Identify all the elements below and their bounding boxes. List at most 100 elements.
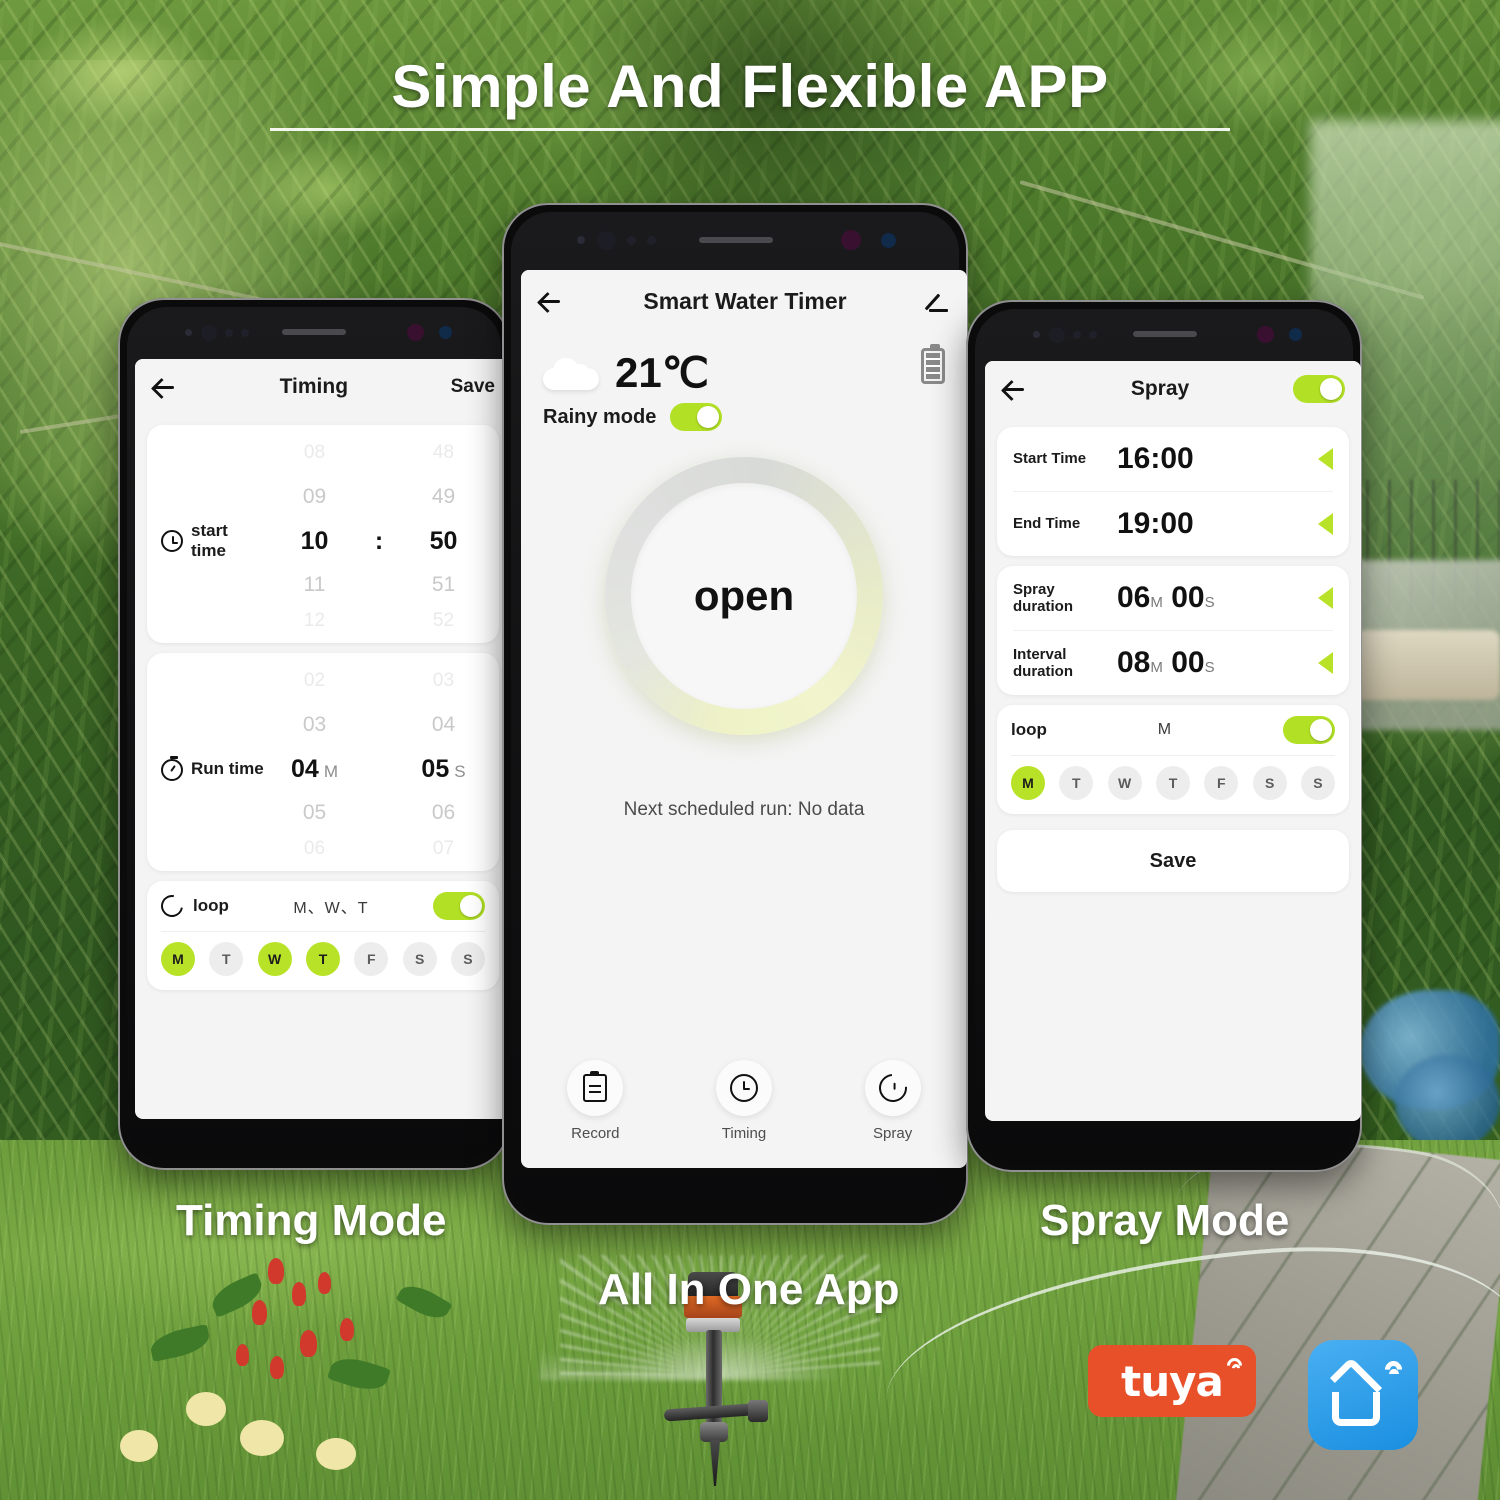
- phone-mockup-spray: Spray Start Time 16:00 End Time 19:00 Sp…: [966, 300, 1362, 1172]
- tuya-logo: tuya: [1088, 1345, 1256, 1417]
- end-time-value: 19:00: [1117, 507, 1194, 540]
- proximity-sensor: [1073, 331, 1081, 339]
- back-arrow-icon[interactable]: [151, 374, 177, 400]
- day-chip-thu[interactable]: T: [1155, 766, 1190, 800]
- earpiece-speaker: [1133, 331, 1197, 337]
- picker-row-next: 11 51: [147, 563, 499, 607]
- spray-enable-toggle[interactable]: [1293, 375, 1345, 403]
- interval-duration-row[interactable]: Interval duration 08M 00S: [997, 631, 1349, 695]
- record-icon: [583, 1071, 608, 1102]
- back-arrow-icon[interactable]: [537, 288, 563, 314]
- light-sensor: [241, 329, 249, 337]
- day-chip-sun[interactable]: S: [450, 942, 485, 976]
- iris-camera: [1289, 328, 1302, 341]
- start-time-label: Start Time: [1013, 450, 1087, 468]
- arrow-left-icon[interactable]: [1318, 587, 1333, 609]
- bottom-nav: Record Timing Spray: [521, 1060, 967, 1142]
- seconds-faint-next: 07: [432, 838, 455, 859]
- picker-row-faint: 08 48: [147, 431, 499, 475]
- day-chip-sat[interactable]: S: [402, 942, 437, 976]
- spray-duration-seconds: 00: [1171, 581, 1205, 614]
- start-time-picker[interactable]: 08 48 09 49 start time 10: 50 11 51 12 …: [147, 425, 499, 643]
- nav-item-timing[interactable]: Timing: [715, 1060, 772, 1142]
- proximity-sensor: [627, 236, 636, 245]
- start-hour-value: 10: [300, 526, 329, 555]
- pencil-icon[interactable]: [927, 289, 951, 313]
- back-arrow-icon[interactable]: [1001, 376, 1027, 402]
- seconds-prev: 04: [431, 713, 456, 736]
- clock-icon: [161, 530, 183, 552]
- loop-toggle[interactable]: [1283, 716, 1335, 744]
- save-button[interactable]: Save: [997, 830, 1349, 892]
- weather-row: 21℃: [521, 332, 967, 397]
- clock-icon: [729, 1074, 758, 1102]
- picker-row-selected: start time 10 : 50: [147, 519, 499, 563]
- run-time-picker[interactable]: 02 03 03 04 Run time 04 M 05 S 05 06 06 …: [147, 653, 499, 871]
- appbar-home: Smart Water Timer: [521, 270, 967, 332]
- day-chip-sat[interactable]: S: [1252, 766, 1287, 800]
- phone-mockup-timing: Timing Save 08 48 09 49 start time 10: …: [118, 298, 511, 1170]
- day-chip-mon[interactable]: M: [1011, 766, 1045, 800]
- day-chip-fri[interactable]: F: [354, 942, 389, 976]
- phone-bezel-top: [127, 307, 501, 359]
- run-minutes-group: 04 M: [267, 755, 362, 784]
- run-minutes-unit: M: [323, 761, 338, 781]
- smart-life-logo: [1308, 1340, 1418, 1450]
- spray-duration-minutes: 06: [1117, 581, 1151, 614]
- nav-item-record[interactable]: Record: [567, 1060, 624, 1142]
- spray-duration-value: 06M 00S: [1117, 581, 1318, 615]
- picker-row-prev: 09 49: [147, 475, 499, 519]
- seconds-faint-prev: 03: [432, 670, 455, 691]
- screen-title: Smart Water Timer: [643, 287, 847, 314]
- phone-bezel-top: [511, 212, 959, 270]
- dial-label: open: [693, 572, 795, 619]
- day-chip-sun[interactable]: S: [1300, 766, 1335, 800]
- screen-title: Timing: [279, 375, 349, 398]
- wifi-icon: [1371, 1357, 1406, 1383]
- loop-card: loop M M T W T F S S: [997, 705, 1349, 814]
- loop-label: loop: [193, 896, 229, 915]
- loop-toggle[interactable]: [433, 892, 485, 920]
- valve-open-dial[interactable]: open: [605, 457, 883, 735]
- loop-selected-days: M、W、T: [293, 900, 369, 917]
- cloud-icon: [543, 356, 599, 390]
- day-chip-fri[interactable]: F: [1204, 766, 1239, 800]
- nav-label-spray: Spray: [873, 1125, 913, 1142]
- appbar-spray: Spray: [985, 361, 1361, 417]
- day-chip-thu[interactable]: T: [305, 942, 340, 976]
- start-time-row[interactable]: Start Time 16:00: [997, 427, 1349, 491]
- day-chip-mon[interactable]: M: [161, 942, 195, 976]
- end-time-row[interactable]: End Time 19:00: [997, 492, 1349, 556]
- minutes-prev: 03: [302, 713, 327, 736]
- save-button[interactable]: Save: [451, 376, 495, 398]
- caption-timing-mode: Timing Mode: [176, 1196, 447, 1245]
- spray-duration-seconds-unit: S: [1204, 594, 1215, 611]
- interval-duration-seconds-unit: S: [1204, 659, 1215, 676]
- nav-item-spray[interactable]: Spray: [864, 1060, 921, 1142]
- front-camera: [407, 324, 424, 341]
- rainy-mode-toggle[interactable]: [670, 403, 723, 431]
- rainy-mode-label: Rainy mode: [543, 405, 657, 428]
- hour-next: 11: [303, 573, 326, 596]
- arrow-left-icon[interactable]: [1318, 448, 1333, 470]
- start-time-value: 16:00: [1117, 442, 1194, 475]
- end-time-label: End Time: [1013, 515, 1081, 533]
- day-chip-tue[interactable]: T: [209, 942, 244, 976]
- day-chip-wed[interactable]: W: [257, 942, 292, 976]
- caption-all-in-one-app: All In One App: [598, 1265, 900, 1314]
- arrow-left-icon[interactable]: [1318, 652, 1333, 674]
- spray-duration-row[interactable]: Spray duration 06M 00S: [997, 566, 1349, 630]
- temperature-value: 21℃: [615, 349, 709, 396]
- picker-row-faint: 12 52: [147, 607, 499, 635]
- run-time-card: 02 03 03 04 Run time 04 M 05 S 05 06 06 …: [147, 653, 499, 871]
- day-selector: M T W T F S S: [997, 756, 1349, 814]
- arrow-left-icon[interactable]: [1318, 513, 1333, 535]
- day-chip-tue[interactable]: T: [1059, 766, 1094, 800]
- day-chip-wed[interactable]: W: [1107, 766, 1142, 800]
- caption-spray-mode: Spray Mode: [1040, 1196, 1290, 1245]
- page-title: Simple And Flexible APP: [391, 53, 1109, 120]
- next-scheduled-run-text: Next scheduled run: No data: [623, 799, 865, 820]
- spray-duration-minutes-unit: M: [1150, 594, 1163, 611]
- iris-sensor: [1049, 327, 1065, 343]
- app-screen-spray: Spray Start Time 16:00 End Time 19:00 Sp…: [985, 361, 1361, 1121]
